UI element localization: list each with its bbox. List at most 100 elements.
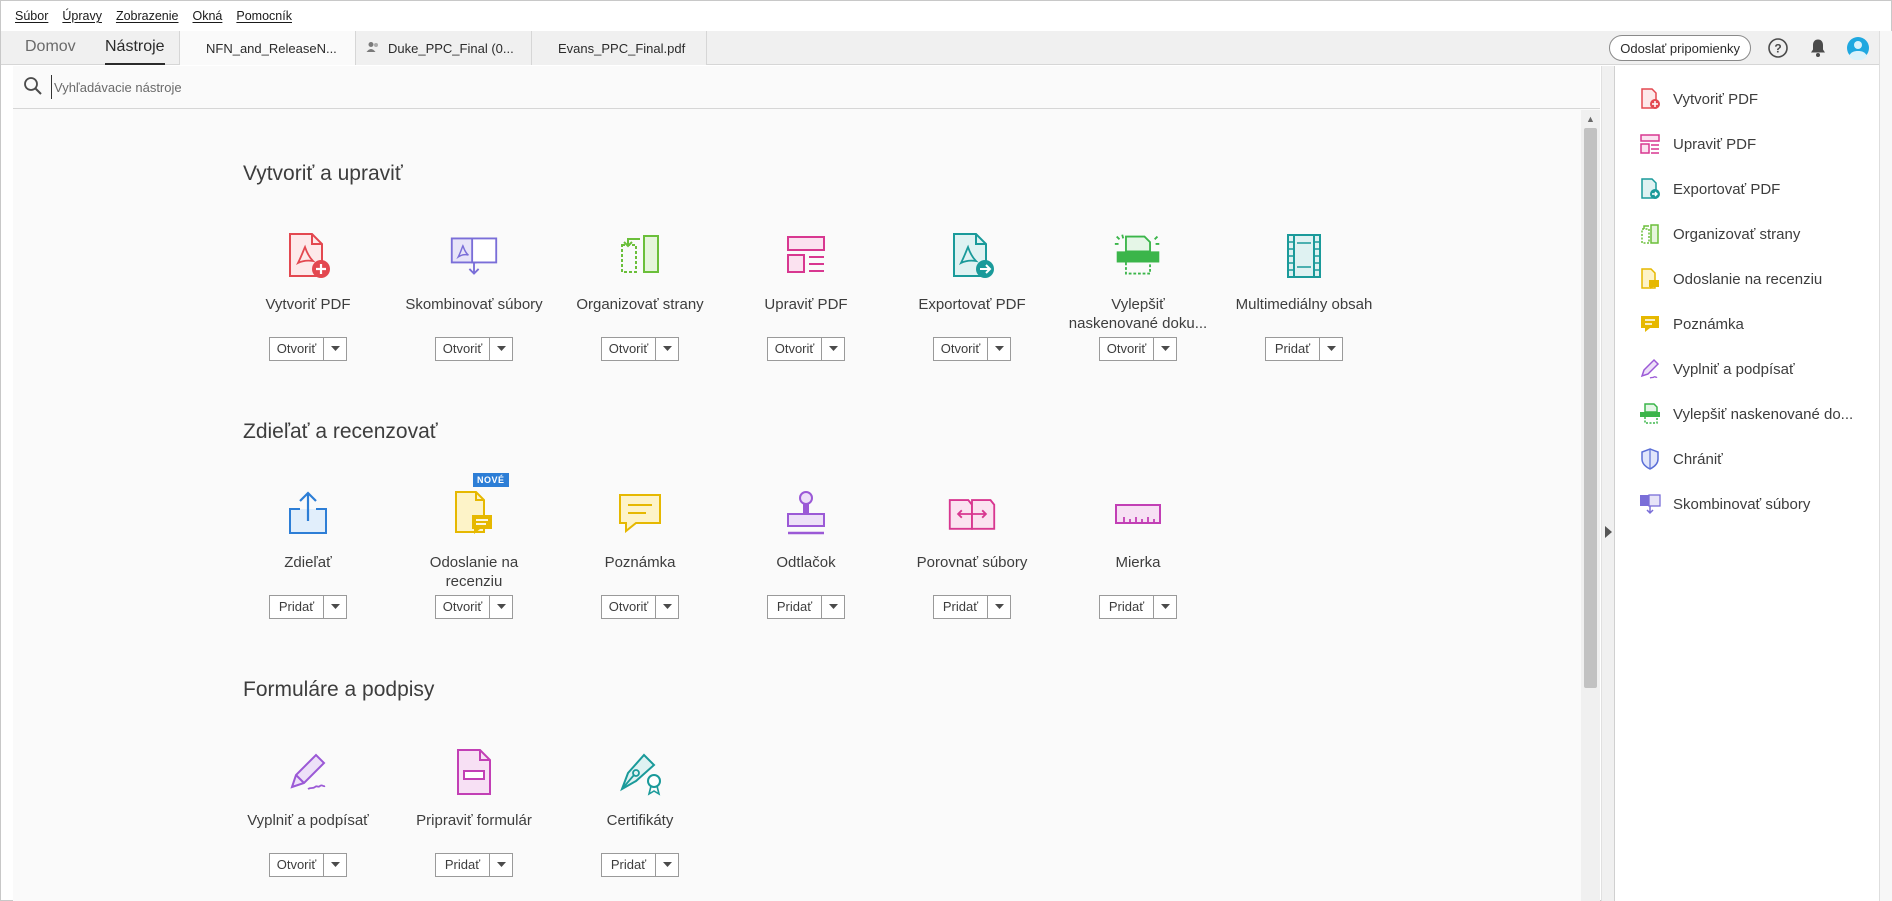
prepare-form-icon	[449, 747, 499, 797]
tool-label: Vyplniť a podpísať	[247, 812, 369, 829]
search-tools-input[interactable]	[51, 75, 651, 99]
document-tab-label: NFN_and_ReleaseN...	[206, 40, 337, 56]
right-panel-item-label: Skombinovať súbory	[1673, 495, 1811, 513]
chevron-down-icon[interactable]	[490, 854, 512, 876]
right-panel-item-create-pdf[interactable]: Vytvoriť PDF	[1639, 84, 1758, 114]
tool-action-button[interactable]: Pridať	[436, 854, 490, 876]
send-feedback-button[interactable]: Odoslať pripomienky	[1609, 35, 1751, 61]
tool-fill-sign[interactable]: Vyplniť a podpísať Otvoriť	[223, 747, 393, 877]
right-panel-item-combine-files[interactable]: Skombinovať súbory	[1639, 489, 1810, 519]
right-panel-item-export-pdf[interactable]: Exportovať PDF	[1639, 174, 1780, 204]
chevron-down-icon[interactable]	[656, 854, 678, 876]
tool-rich-media[interactable]: Multimediálny obsah Pridať	[1219, 231, 1389, 361]
panel-collapse-handle[interactable]	[1601, 66, 1615, 901]
chevron-down-icon[interactable]	[656, 338, 678, 360]
menu-edit[interactable]: Úpravy	[62, 9, 102, 23]
tool-combine-files[interactable]: Skombinovať súbory Otvoriť	[389, 231, 559, 361]
tool-send-for-review[interactable]: Odoslanie na recenziu Otvoriť	[389, 489, 559, 619]
menu-file[interactable]: Súbor	[15, 9, 48, 23]
shared-user-icon	[366, 41, 380, 56]
right-panel-item-enhance-scan[interactable]: Vylepšiť naskenované do...	[1639, 399, 1853, 429]
right-panel-item-send-review[interactable]: Odoslanie na recenziu	[1639, 264, 1822, 294]
menu-view[interactable]: Zobrazenie	[116, 9, 179, 23]
tool-action-button[interactable]: Pridať	[934, 596, 988, 618]
tool-action-button[interactable]: Otvoriť	[436, 596, 490, 618]
enhance-scan-icon	[1640, 403, 1660, 424]
tool-measure[interactable]: Mierka Pridať	[1053, 489, 1223, 619]
tab-home[interactable]: Domov	[25, 38, 76, 56]
tool-action-button[interactable]: Pridať	[768, 596, 822, 618]
tool-prepare-form[interactable]: Pripraviť formulár Pridať	[389, 747, 559, 877]
chevron-down-icon[interactable]	[490, 596, 512, 618]
tool-enhance-scans[interactable]: Vylepšiť naskenované doku... Otvoriť	[1053, 231, 1223, 361]
tool-organize-pages[interactable]: Organizovať strany Otvoriť	[555, 231, 725, 361]
notifications-bell-icon[interactable]	[1805, 35, 1831, 61]
edit-pdf-icon	[1640, 134, 1660, 154]
scrollbar-thumb[interactable]	[1584, 128, 1597, 688]
tool-stamp[interactable]: Odtlačok Pridať	[721, 489, 891, 619]
tab-bar: Domov Nástroje NFN_and_ReleaseN... Duke_…	[1, 31, 1891, 65]
tool-action-button[interactable]: Otvoriť	[768, 338, 822, 360]
tool-edit-pdf[interactable]: Upraviť PDF Otvoriť	[721, 231, 891, 361]
tool-action-button[interactable]: Otvoriť	[270, 338, 324, 360]
tool-label: Exportovať PDF	[918, 296, 1026, 313]
right-panel-item-fill-sign[interactable]: Vyplniť a podpísať	[1639, 354, 1795, 384]
document-tab-label: Evans_PPC_Final.pdf	[558, 40, 686, 56]
tool-share[interactable]: Zdieľať Pridať	[223, 489, 393, 619]
document-tab-1[interactable]: NFN_and_ReleaseN...	[179, 31, 355, 65]
tool-export-pdf[interactable]: Exportovať PDF Otvoriť	[887, 231, 1057, 361]
chevron-down-icon[interactable]	[988, 338, 1010, 360]
tool-label: Vylepšiť naskenované doku...	[1068, 296, 1208, 332]
tool-create-pdf[interactable]: Vytvoriť PDF Otvoriť	[223, 231, 393, 361]
tool-action-button[interactable]: Otvoriť	[602, 338, 656, 360]
tool-action-button[interactable]: Otvoriť	[602, 596, 656, 618]
chevron-down-icon[interactable]	[324, 854, 346, 876]
document-tab-3[interactable]: Evans_PPC_Final.pdf	[531, 31, 707, 65]
chevron-down-icon[interactable]	[656, 596, 678, 618]
tool-certificates[interactable]: Certifikáty Pridať	[555, 747, 725, 877]
right-panel-item-protect[interactable]: Chrániť	[1639, 444, 1723, 474]
right-panel-item-label: Poznámka	[1673, 315, 1744, 333]
chevron-down-icon[interactable]	[988, 596, 1010, 618]
right-panel-item-edit-pdf[interactable]: Upraviť PDF	[1639, 129, 1756, 159]
combine-files-icon	[1640, 494, 1661, 515]
document-tab-2[interactable]: Duke_PPC_Final (0...	[355, 31, 531, 65]
right-panel-item-label: Vylepšiť naskenované do...	[1673, 405, 1854, 423]
chevron-down-icon[interactable]	[822, 338, 844, 360]
combine-files-icon	[449, 231, 499, 281]
tool-action-button[interactable]: Pridať	[602, 854, 656, 876]
scroll-up-arrow-icon[interactable]: ▲	[1586, 114, 1595, 124]
chevron-down-icon[interactable]	[324, 596, 346, 618]
vertical-scrollbar[interactable]: ▲	[1581, 110, 1600, 901]
chevron-down-icon[interactable]	[324, 338, 346, 360]
chevron-down-icon[interactable]	[490, 338, 512, 360]
chevron-down-icon[interactable]	[1154, 596, 1176, 618]
right-panel-item-comment[interactable]: Poznámka	[1639, 309, 1744, 339]
collapse-arrow-icon[interactable]	[1605, 526, 1612, 538]
tool-action-button[interactable]: Pridať	[1100, 596, 1154, 618]
export-pdf-icon	[1641, 178, 1660, 199]
right-panel-item-label: Odoslanie na recenziu	[1673, 270, 1823, 288]
menu-help[interactable]: Pomocník	[236, 9, 292, 23]
tool-action-button[interactable]: Pridať	[270, 596, 324, 618]
chevron-down-icon[interactable]	[1320, 338, 1342, 360]
tool-action-button[interactable]: Otvoriť	[270, 854, 324, 876]
right-panel-item-label: Organizovať strany	[1673, 225, 1801, 243]
tool-comment[interactable]: Poznámka Otvoriť	[555, 489, 725, 619]
measure-icon	[1113, 489, 1163, 539]
tool-action-button[interactable]: Otvoriť	[436, 338, 490, 360]
user-avatar[interactable]	[1845, 35, 1871, 61]
create-pdf-icon	[283, 231, 333, 281]
tool-compare-files[interactable]: Porovnať súbory Pridať	[887, 489, 1057, 619]
menu-window[interactable]: Okná	[193, 9, 223, 23]
right-panel-item-organize-pages[interactable]: Organizovať strany	[1639, 219, 1800, 249]
tool-action-button[interactable]: Otvoriť	[934, 338, 988, 360]
tool-action-button[interactable]: Pridať	[1266, 338, 1320, 360]
stamp-icon	[781, 489, 831, 539]
right-tools-panel: Vytvoriť PDF Upraviť PDF Exportovať PDF …	[1615, 66, 1879, 901]
chevron-down-icon[interactable]	[1154, 338, 1176, 360]
tab-tools[interactable]: Nástroje	[105, 38, 165, 65]
tool-action-button[interactable]: Otvoriť	[1100, 338, 1154, 360]
help-icon[interactable]: ?	[1765, 35, 1791, 61]
chevron-down-icon[interactable]	[822, 596, 844, 618]
